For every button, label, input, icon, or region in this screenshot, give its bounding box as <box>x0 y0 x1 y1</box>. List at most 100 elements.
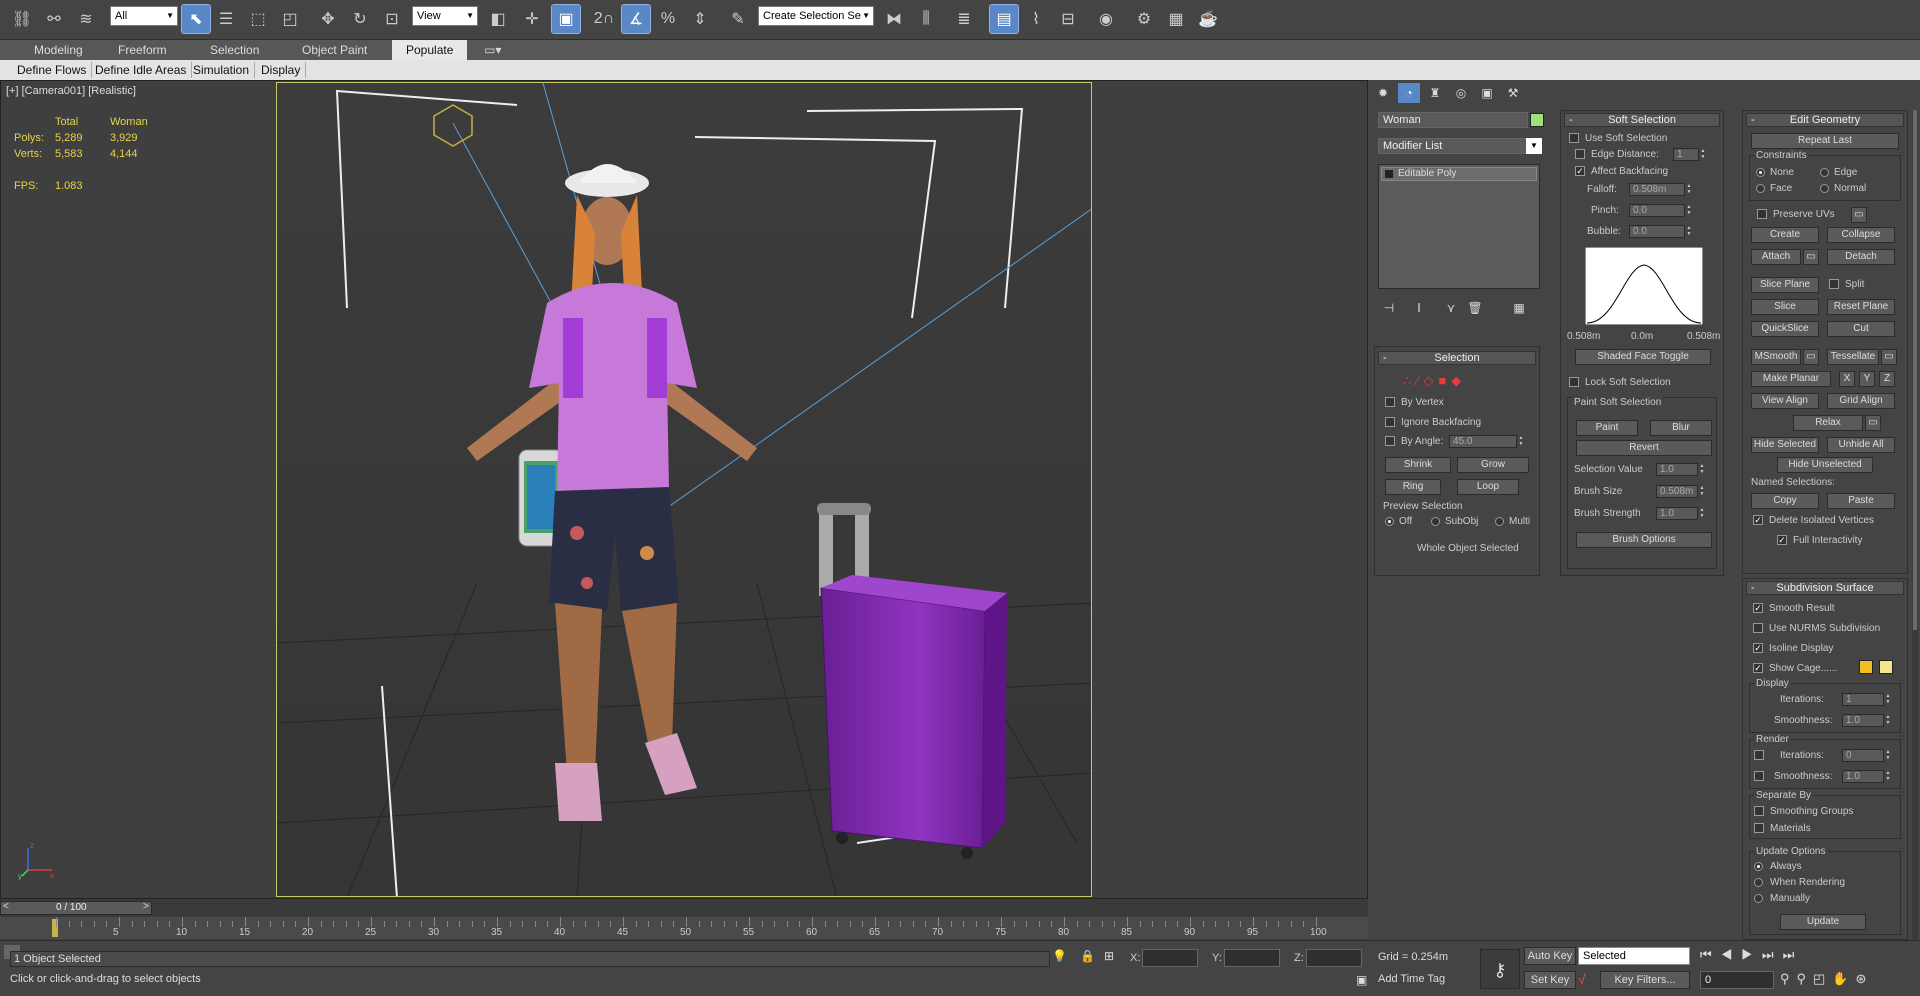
tab-freeform[interactable]: Freeform <box>104 40 181 60</box>
rendered-frame-window-icon[interactable]: ▦ <box>1162 5 1190 33</box>
preserve-uvs-settings-icon[interactable]: ▭ <box>1851 207 1867 223</box>
key-filters-button[interactable]: Key Filters... <box>1600 971 1690 989</box>
delete-isolated-checkbox[interactable]: ✓ <box>1753 515 1763 525</box>
view-align-button[interactable]: View Align <box>1751 393 1819 409</box>
edit-geometry-title[interactable]: Edit Geometry <box>1746 113 1904 127</box>
ribbon-options-icon[interactable]: ▭▾ <box>480 40 505 60</box>
define-idle-areas-tab[interactable]: Define Idle Areas <box>90 62 193 78</box>
schematic-view-icon[interactable]: ⊟ <box>1054 5 1082 33</box>
blur-button[interactable]: Blur <box>1650 420 1712 436</box>
quickslice-button[interactable]: QuickSlice <box>1751 321 1819 337</box>
select-object-icon[interactable]: ⬉ <box>181 4 211 34</box>
bind-space-warp-icon[interactable]: ≋ <box>72 5 100 33</box>
edge-distance-spinner[interactable]: 1 <box>1673 148 1708 161</box>
selection-filter-dropdown[interactable]: All <box>110 6 178 26</box>
paste-selection-button[interactable]: Paste <box>1827 493 1895 509</box>
hide-selected-button[interactable]: Hide Selected <box>1751 437 1819 453</box>
y-coordinate-field[interactable] <box>1224 949 1280 967</box>
track-bar[interactable]: 5 10 15 20 25 30 35 40 45 50 55 60 65 70 75 80 85 90 95 100 <box>0 917 1368 939</box>
display-tab[interactable]: Display <box>256 62 307 78</box>
planar-x-button[interactable]: X <box>1839 371 1855 387</box>
constraint-normal-radio[interactable] <box>1820 184 1829 193</box>
render-teapot-icon[interactable]: ☕ <box>1194 5 1222 33</box>
grid-align-button[interactable]: Grid Align <box>1827 393 1895 409</box>
window-crossing-icon[interactable]: ◰ <box>276 5 304 33</box>
detach-button[interactable]: Detach <box>1827 249 1895 265</box>
relax-settings-icon[interactable]: ▭ <box>1865 415 1881 431</box>
time-slider-prev-icon[interactable]: < <box>3 901 9 912</box>
cage-color-swatch-1[interactable] <box>1859 660 1873 674</box>
curve-editor-icon[interactable]: ⌇ <box>1022 5 1050 33</box>
layer-explorer-icon[interactable]: ≣ <box>950 5 978 33</box>
falloff-spinner[interactable]: 0.508m <box>1629 183 1694 196</box>
show-cage-checkbox[interactable]: ✓ <box>1753 663 1763 673</box>
tab-object-paint[interactable]: Object Paint <box>288 40 381 60</box>
update-always-radio[interactable] <box>1754 862 1763 871</box>
split-checkbox[interactable] <box>1829 279 1839 289</box>
key-mode-dropdown[interactable]: Selected <box>1578 947 1690 965</box>
command-panel-scrollbar[interactable] <box>1912 110 1918 940</box>
preview-subobj-radio[interactable] <box>1431 517 1440 526</box>
shrink-button[interactable]: Shrink <box>1385 457 1451 473</box>
loop-button[interactable]: Loop <box>1457 479 1519 495</box>
render-smoothness-checkbox[interactable] <box>1754 771 1764 781</box>
scrollbar-thumb[interactable] <box>1913 110 1917 630</box>
constraint-edge-radio[interactable] <box>1820 168 1829 177</box>
cut-button[interactable]: Cut <box>1827 321 1895 337</box>
materials-checkbox[interactable] <box>1754 823 1764 833</box>
tab-selection[interactable]: Selection <box>196 40 273 60</box>
selection-rollout-title[interactable]: Selection <box>1378 351 1536 365</box>
relax-button[interactable]: Relax <box>1793 415 1863 431</box>
stack-item-editable-poly[interactable]: Editable Poly <box>1381 167 1537 181</box>
make-planar-button[interactable]: Make Planar <box>1751 371 1831 387</box>
remove-modifier-icon[interactable]: 🗑 <box>1464 298 1486 318</box>
isoline-display-checkbox[interactable]: ✓ <box>1753 643 1763 653</box>
msmooth-settings-icon[interactable]: ▭ <box>1803 349 1819 365</box>
cage-color-swatch-2[interactable] <box>1879 660 1893 674</box>
brush-strength-spinner[interactable]: 1.0 <box>1656 507 1707 520</box>
ignore-backfacing-checkbox[interactable] <box>1385 417 1395 427</box>
ribbon-toggle-icon[interactable]: ▤ <box>989 4 1019 34</box>
unlink-icon[interactable]: ⚯ <box>40 5 68 33</box>
bubble-spinner[interactable]: 0.0 <box>1629 225 1694 238</box>
slice-button[interactable]: Slice <box>1751 299 1819 315</box>
move-icon[interactable]: ✥ <box>314 5 342 33</box>
modifier-stack[interactable]: Editable Poly <box>1378 164 1540 289</box>
keyboard-shortcut-override-icon[interactable]: ▣ <box>551 4 581 34</box>
select-by-name-icon[interactable]: ☰ <box>212 5 240 33</box>
msmooth-button[interactable]: MSmooth <box>1751 349 1801 365</box>
ring-button[interactable]: Ring <box>1385 479 1441 495</box>
time-slider-next-icon[interactable]: > <box>143 901 149 912</box>
attach-button[interactable]: Attach <box>1751 249 1801 265</box>
collapse-button[interactable]: Collapse <box>1827 227 1895 243</box>
constraint-none-radio[interactable] <box>1756 168 1765 177</box>
subdivision-title[interactable]: Subdivision Surface <box>1746 581 1904 595</box>
rectangular-selection-icon[interactable]: ⬚ <box>244 5 272 33</box>
selection-lock-icon[interactable]: 🔒 <box>1080 949 1095 963</box>
update-manually-radio[interactable] <box>1754 894 1763 903</box>
smooth-result-checkbox[interactable]: ✓ <box>1753 603 1763 613</box>
grow-button[interactable]: Grow <box>1457 457 1529 473</box>
use-nurms-checkbox[interactable] <box>1753 623 1763 633</box>
update-when-rendering-radio[interactable] <box>1754 878 1763 887</box>
z-coordinate-field[interactable] <box>1306 949 1362 967</box>
tessellate-button[interactable]: Tessellate <box>1827 349 1879 365</box>
isolate-selection-icon[interactable]: 💡 <box>1052 949 1067 963</box>
stack-expand-icon[interactable] <box>1385 170 1393 178</box>
add-time-tag[interactable]: Add Time Tag <box>1378 973 1445 985</box>
utilities-tab-icon[interactable]: ⚒ <box>1502 83 1524 103</box>
reference-coordinate-dropdown[interactable]: View <box>412 6 478 26</box>
subobject-level-icons[interactable]: ∴⁄◇■◆ <box>1403 373 1466 389</box>
modifier-list-arrow-icon[interactable]: ▼ <box>1526 138 1542 154</box>
full-interactivity-checkbox[interactable]: ✓ <box>1777 535 1787 545</box>
set-key-button[interactable]: Set Key <box>1524 971 1576 989</box>
render-smoothness-spinner[interactable]: 1.0 <box>1842 770 1893 783</box>
shaded-face-toggle-button[interactable]: Shaded Face Toggle <box>1575 349 1711 365</box>
show-end-result-icon[interactable]: Ⅰ <box>1408 298 1430 318</box>
render-setup-icon[interactable]: ⚙ <box>1130 5 1158 33</box>
object-name-field[interactable]: Woman <box>1378 112 1528 128</box>
viewport-navigation-controls[interactable]: ⚲⚲◰✋⊛ <box>1780 971 1920 991</box>
render-iterations-checkbox[interactable] <box>1754 750 1764 760</box>
viewport-label[interactable]: [+] [Camera001] [Realistic] <box>6 85 136 97</box>
paint-button[interactable]: Paint <box>1576 420 1638 436</box>
